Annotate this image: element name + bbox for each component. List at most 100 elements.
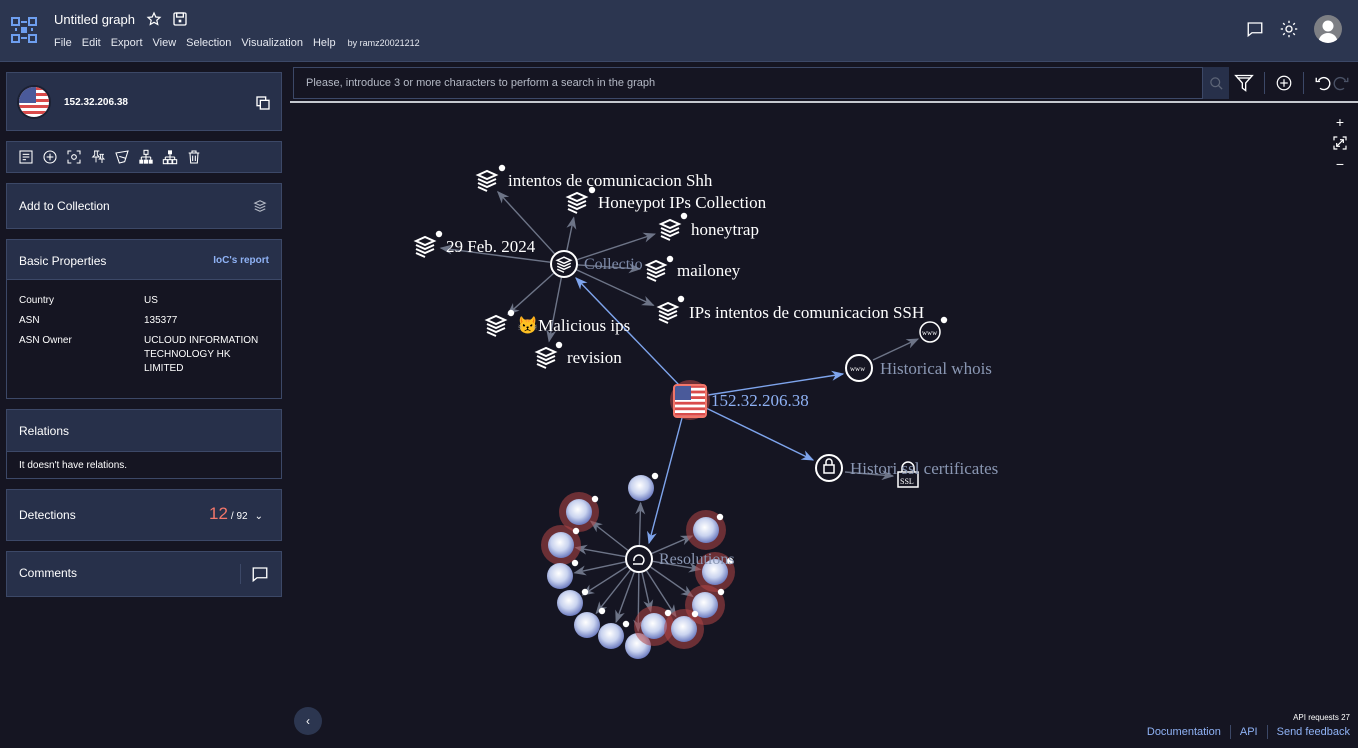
globe-icon[interactable] — [598, 623, 624, 649]
comment-icon[interactable] — [251, 565, 269, 583]
node-badge-dot — [622, 620, 630, 628]
globe-icon[interactable] — [548, 532, 574, 558]
delete-icon[interactable] — [186, 149, 202, 165]
us-flag-icon[interactable] — [674, 385, 706, 417]
globe-icon[interactable] — [574, 612, 600, 638]
menu-file[interactable]: File — [54, 37, 72, 49]
select-lasso-icon[interactable] — [114, 149, 130, 165]
globe-icon[interactable] — [693, 517, 719, 543]
property-value: 135377 — [144, 315, 178, 326]
expand-tree-icon[interactable] — [138, 149, 154, 165]
collection-node-icon[interactable] — [567, 192, 587, 214]
api-link[interactable]: API — [1240, 726, 1258, 738]
menu-visualization[interactable]: Visualization — [241, 37, 303, 49]
resolutions-hub-node[interactable] — [625, 545, 653, 573]
search-button[interactable] — [1203, 67, 1229, 99]
ssl-leaf-label: SSL — [900, 477, 914, 486]
collapse-sidebar-button[interactable]: ‹ — [294, 707, 322, 735]
node-badge-dot — [677, 295, 685, 303]
menu-edit[interactable]: Edit — [82, 37, 101, 49]
flag-stripe — [674, 407, 706, 411]
menu-selection[interactable]: Selection — [186, 37, 231, 49]
filter-icon[interactable] — [1234, 73, 1254, 93]
graph-edge — [705, 407, 815, 461]
collection-node-label: 29 Feb. 2024 — [446, 237, 536, 256]
collection-node-icon[interactable] — [477, 170, 497, 192]
copy-icon[interactable] — [255, 95, 271, 111]
node-badge-dot — [664, 609, 672, 617]
graph-edge — [566, 216, 577, 251]
graph-search-input[interactable] — [294, 68, 1202, 98]
node-badge-dot — [717, 588, 725, 596]
menu-view[interactable]: View — [153, 37, 177, 49]
collection-node-label: intentos de comunicacion Shh — [508, 171, 713, 190]
detections-title: Detections — [19, 508, 76, 522]
undo-icon[interactable] — [1314, 74, 1332, 92]
relations-title: Relations — [19, 424, 70, 438]
add-to-collection-label: Add to Collection — [19, 199, 110, 213]
node-badge-dot — [591, 495, 599, 503]
globe-icon[interactable] — [547, 563, 573, 589]
globe-icon[interactable] — [557, 590, 583, 616]
menu-export[interactable]: Export — [111, 37, 143, 49]
add-node-icon[interactable] — [42, 149, 58, 165]
pin-icon[interactable] — [90, 149, 106, 165]
graph-edge — [506, 272, 555, 316]
notes-icon[interactable] — [18, 149, 34, 165]
collection-node-icon[interactable] — [658, 302, 678, 324]
node-ip: 152.32.206.38 — [64, 97, 128, 108]
divider — [1303, 72, 1304, 94]
collection-node-icon[interactable] — [536, 347, 556, 369]
star-icon[interactable] — [146, 11, 162, 27]
collection-node-icon[interactable] — [486, 315, 506, 337]
whois-www-icon: www — [850, 365, 866, 373]
comments-card[interactable]: Comments — [6, 551, 282, 597]
divider — [1266, 725, 1268, 739]
footer: API requests 27 Documentation API Send f… — [1147, 713, 1350, 739]
send-feedback-link[interactable]: Send feedback — [1277, 726, 1350, 738]
logo-icon[interactable] — [10, 16, 38, 44]
documentation-link[interactable]: Documentation — [1147, 726, 1221, 738]
focus-icon[interactable] — [66, 149, 82, 165]
owner-label: by ramz20021212 — [347, 38, 420, 48]
resolutions-hub-label: Resolutions — [659, 551, 735, 568]
chat-icon[interactable] — [1246, 20, 1264, 38]
globe-icon[interactable] — [628, 475, 654, 501]
node-badge-dot — [598, 607, 606, 615]
property-key: ASN — [19, 315, 40, 326]
add-node-icon[interactable] — [1275, 74, 1293, 92]
collection-node-icon[interactable] — [646, 260, 666, 282]
menu-help[interactable]: Help — [313, 37, 336, 49]
graph-search — [293, 67, 1203, 99]
collapse-tree-icon[interactable] — [162, 149, 178, 165]
graph-edge — [589, 520, 629, 551]
node-badge-dot — [555, 341, 563, 349]
detections-card[interactable]: Detections 12 / 92 ⌄ — [6, 489, 282, 541]
graph-edge — [872, 338, 920, 361]
globe-icon[interactable] — [641, 613, 667, 639]
detections-positives: 12 — [209, 504, 228, 523]
collection-node-icon[interactable] — [415, 236, 435, 258]
menu-bar: File Edit Export View Selection Visualiz… — [54, 37, 430, 49]
user-avatar[interactable] — [1314, 15, 1342, 43]
redo-icon[interactable] — [1332, 74, 1350, 92]
graph-edge — [574, 544, 626, 558]
graph-title[interactable]: Untitled graph — [54, 12, 135, 27]
graph-canvas[interactable]: Collectio intentos de comunicacion Shh Hon… — [290, 103, 1358, 748]
property-key: ASN Owner — [19, 335, 72, 346]
top-bar: Untitled graph File Edit Export View Sel… — [0, 0, 1358, 62]
whois-leaf-icon: www — [922, 329, 938, 337]
globe-icon[interactable] — [566, 499, 592, 525]
save-icon[interactable] — [172, 11, 188, 27]
collection-node-icon[interactable] — [660, 219, 680, 241]
chevron-down-icon[interactable]: ⌄ — [255, 511, 263, 522]
ioc-report-link[interactable]: IoC's report — [213, 255, 269, 266]
property-row: Country US — [19, 294, 269, 308]
theme-sun-icon[interactable] — [1280, 20, 1298, 38]
sidebar: 152.32.206.38 Add to Collection Basic Pr… — [6, 72, 282, 607]
graph-edge — [573, 561, 626, 576]
node-badge-dot — [498, 164, 506, 172]
property-value: UCLOUD INFORMATION TECHNOLOGY HK LIMITED — [144, 335, 259, 374]
add-to-collection-card[interactable]: Add to Collection — [6, 183, 282, 229]
relations-card: Relations It doesn't have relations. — [6, 409, 282, 479]
